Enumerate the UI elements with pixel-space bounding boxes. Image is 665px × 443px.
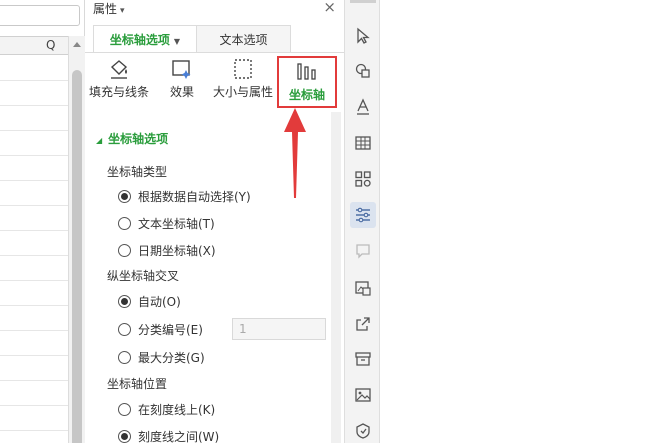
radio-between-tick-marks-label: 刻度线之间(W) <box>138 430 220 443</box>
radio-max-category[interactable]: 最大分类(G) <box>118 349 205 366</box>
radio-dot <box>118 430 131 443</box>
toolbar-grip <box>350 0 376 3</box>
grid-line <box>0 130 68 131</box>
radio-text-axis-label: 文本坐标轴(T) <box>138 217 215 231</box>
axis-bars-icon <box>297 63 316 80</box>
radio-date-axis[interactable]: 日期坐标轴(X) <box>118 242 216 259</box>
grid-line <box>0 330 68 331</box>
radio-auto-select-label: 根据数据自动选择(Y) <box>138 190 251 204</box>
column-header-q[interactable]: Q <box>46 38 55 52</box>
radio-category-number-label: 分类编号(E) <box>138 323 203 337</box>
shield-icon[interactable] <box>352 420 374 442</box>
shapes-icon[interactable] <box>352 60 374 82</box>
section-axis-options-label: 坐标轴选项 <box>108 132 169 146</box>
tab-axis-options-label: 坐标轴选项 <box>109 33 170 47</box>
radio-category-number[interactable]: 分类编号(E) <box>118 321 203 338</box>
grid-line <box>0 205 68 206</box>
chevron-down-icon: ▼ <box>173 37 181 46</box>
radio-dot <box>118 323 131 336</box>
size-properties-icon <box>234 59 252 79</box>
radio-auto-select[interactable]: 根据数据自动选择(Y) <box>118 188 251 205</box>
comment-icon[interactable] <box>352 240 374 262</box>
category-effects[interactable]: 效果 <box>162 58 202 100</box>
axis-type-label: 坐标轴类型 <box>107 165 168 179</box>
grid-line <box>0 105 68 106</box>
close-icon[interactable]: × <box>323 0 336 16</box>
category-size-properties-label: 大小与属性 <box>212 85 273 99</box>
picture-icon[interactable] <box>352 384 374 406</box>
radio-on-tick-marks-label: 在刻度线上(K) <box>138 403 216 417</box>
radio-max-category-label: 最大分类(G) <box>138 351 205 365</box>
grid-line <box>0 230 68 231</box>
radio-dot <box>118 403 131 416</box>
radio-cross-auto[interactable]: 自动(O) <box>118 293 181 310</box>
category-axis-label: 坐标轴 <box>288 88 325 102</box>
grid-apps-icon[interactable] <box>352 168 374 190</box>
select-cursor-icon[interactable] <box>352 25 374 47</box>
column-header-bar <box>0 36 68 55</box>
category-fill-line-label: 填充与线条 <box>88 85 149 99</box>
share-icon[interactable] <box>352 313 374 335</box>
chevron-down-icon: ▾ <box>120 6 125 16</box>
tab-axis-options[interactable]: 坐标轴选项 ▼ <box>93 25 197 53</box>
radio-between-tick-marks[interactable]: 刻度线之间(W) <box>118 428 219 443</box>
text-style-icon[interactable] <box>352 96 374 118</box>
grid-line <box>0 255 68 256</box>
grid-line <box>0 405 68 406</box>
grid-line <box>0 280 68 281</box>
category-size-properties[interactable]: 大小与属性 <box>212 58 274 100</box>
radio-on-tick-marks[interactable]: 在刻度线上(K) <box>118 401 215 418</box>
tab-text-options-label: 文本选项 <box>219 33 268 47</box>
tab-text-options[interactable]: 文本选项 <box>197 25 291 53</box>
formula-input[interactable] <box>0 5 80 26</box>
sheet-scrollbar[interactable] <box>68 36 85 443</box>
property-panel: 属性 ▾ × 坐标轴选项 ▼ 文本选项 填充与线条 效果 大小与属性 坐标轴 ◢… <box>85 0 344 443</box>
radio-cross-auto-label: 自动(O) <box>138 295 181 309</box>
grid-line <box>0 180 68 181</box>
radio-dot <box>118 295 131 308</box>
image-gallery-icon[interactable] <box>352 277 374 299</box>
radio-dot <box>118 217 131 230</box>
grid-line <box>0 430 68 431</box>
category-number-input[interactable]: 1 <box>232 318 326 340</box>
section-axis-options[interactable]: ◢ 坐标轴选项 <box>96 130 168 147</box>
category-axis[interactable]: 坐标轴 <box>277 56 337 108</box>
panel-title-label: 属性 <box>93 2 118 16</box>
archive-icon[interactable] <box>352 348 374 370</box>
properties-sliders-icon[interactable] <box>350 202 376 228</box>
panel-title[interactable]: 属性 ▾ <box>93 0 125 17</box>
vertical-cross-label: 纵坐标轴交叉 <box>107 269 180 283</box>
spreadsheet-area[interactable]: Q <box>0 0 85 443</box>
category-fill-line[interactable]: 填充与线条 <box>88 58 150 100</box>
radio-dot <box>118 351 131 364</box>
radio-dot <box>118 244 131 257</box>
collapse-triangle-icon: ◢ <box>96 136 103 145</box>
grid-line <box>0 155 68 156</box>
annotation-arrow-icon <box>284 108 306 198</box>
category-effects-label: 效果 <box>169 85 194 99</box>
grid-line <box>0 80 68 81</box>
scroll-up-arrow-icon[interactable] <box>73 42 81 47</box>
axis-position-label: 坐标轴位置 <box>107 377 168 391</box>
radio-text-axis[interactable]: 文本坐标轴(T) <box>118 215 215 232</box>
radio-dot <box>118 190 131 203</box>
grid-line <box>0 305 68 306</box>
panel-scrollbar[interactable] <box>331 112 341 443</box>
grid-line <box>0 380 68 381</box>
tabs-divider <box>85 52 344 53</box>
grid-line <box>0 355 68 356</box>
fill-bucket-icon <box>110 60 128 79</box>
table-icon[interactable] <box>352 132 374 154</box>
scrollbar-thumb[interactable] <box>72 70 82 443</box>
effects-icon <box>172 60 191 79</box>
radio-date-axis-label: 日期坐标轴(X) <box>138 244 216 258</box>
right-toolbar <box>344 0 380 443</box>
